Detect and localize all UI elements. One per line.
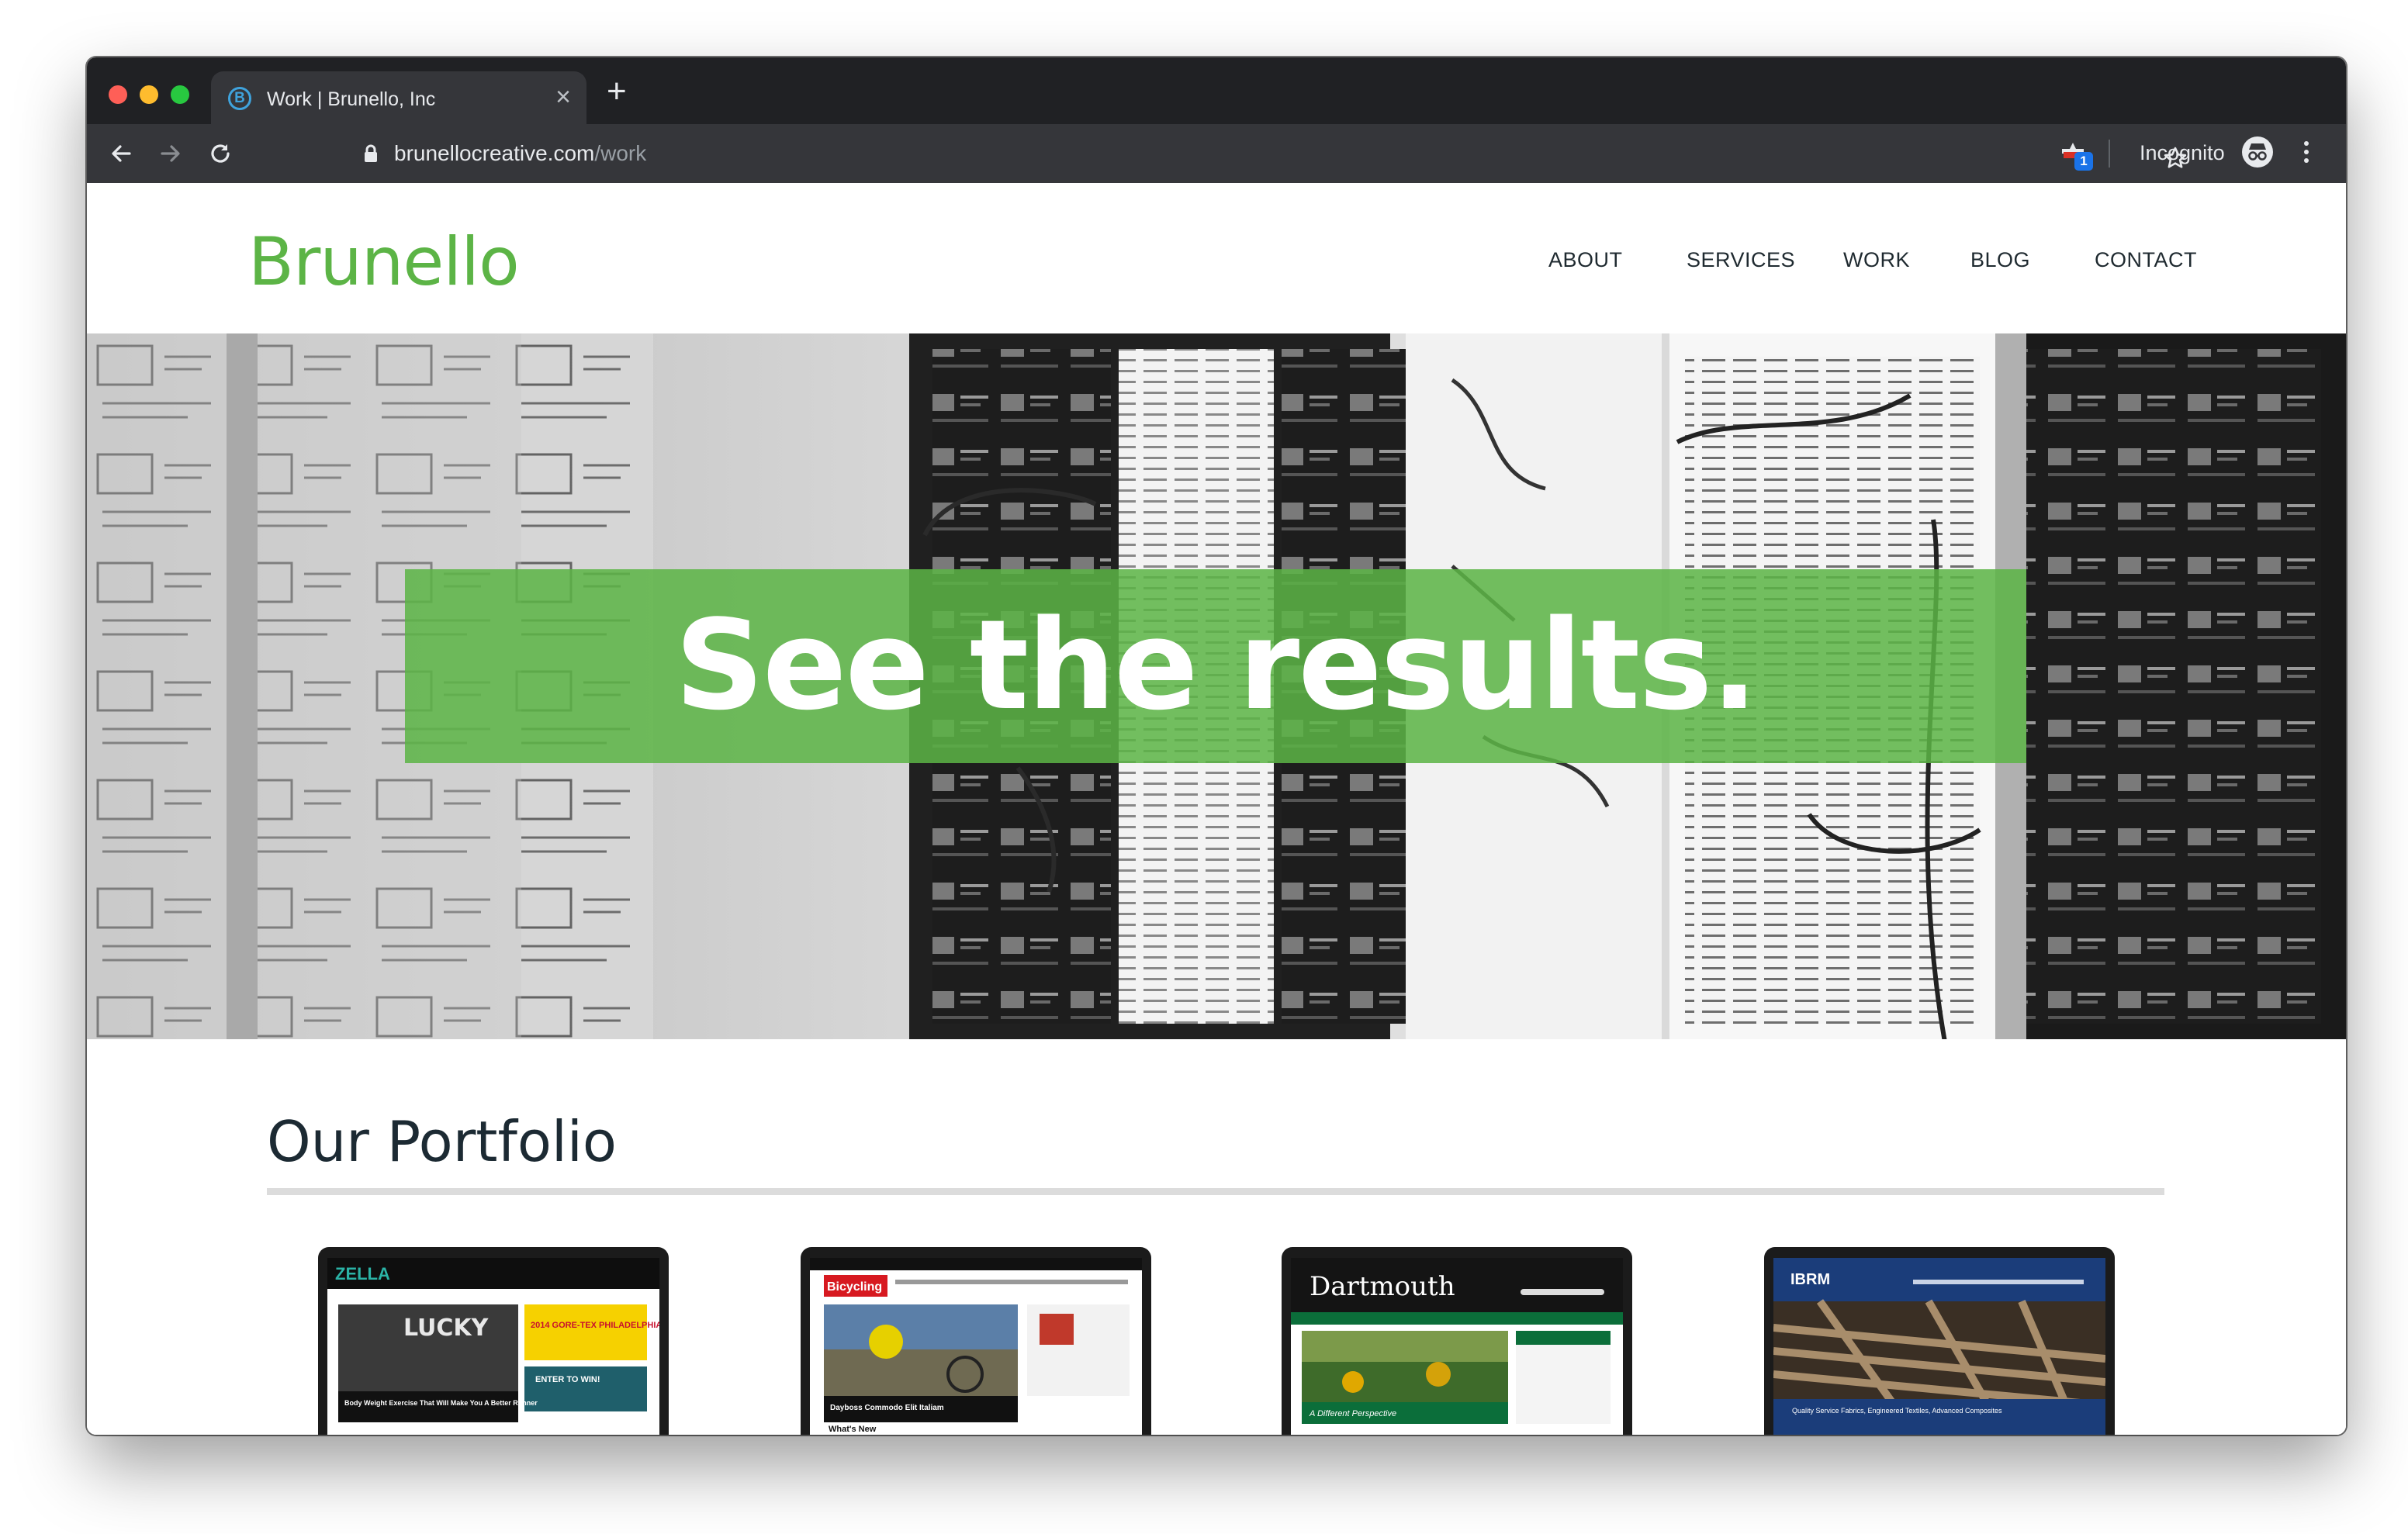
tab-title: Work | Brunello, Inc bbox=[267, 88, 436, 110]
portfolio-title: Our Portfolio bbox=[267, 1109, 617, 1174]
extension-badge: 1 bbox=[2074, 152, 2093, 171]
portfolio-section: What's New bbox=[829, 1425, 877, 1434]
tab-active[interactable]: B Work | Brunello, Inc × bbox=[211, 71, 586, 124]
more-menu-icon[interactable] bbox=[2302, 141, 2310, 166]
hero-headline-band: See the results. bbox=[405, 569, 2026, 763]
tab-strip: B Work | Brunello, Inc × + bbox=[87, 57, 2346, 124]
page-viewport: Brunello ABOUT SERVICES WORK BLOG CONTAC… bbox=[87, 183, 2346, 1435]
browser-toolbar: brunellocreative.com/work 1 Incognito bbox=[87, 124, 2346, 183]
portfolio-divider bbox=[267, 1188, 2164, 1195]
hero-banner: See the results. bbox=[87, 333, 2346, 1039]
portfolio-screenshot-bicycling: Bicycling Dayboss Commodo Elit Italiam W… bbox=[810, 1258, 1142, 1435]
toolbar-divider bbox=[2109, 140, 2110, 168]
portfolio-brand: IBRM bbox=[1790, 1271, 1830, 1288]
incognito-label[interactable]: Incognito bbox=[2140, 141, 2225, 165]
portfolio-item-ibrm[interactable]: IBRM Quality Service Fabrics, Engineered… bbox=[1764, 1247, 2115, 1435]
portfolio-caption: Dayboss Commodo Elit Italiam bbox=[830, 1404, 944, 1412]
portfolio-brand: ZELLA bbox=[335, 1264, 390, 1284]
portfolio-item-bicycling[interactable]: Bicycling Dayboss Commodo Elit Italiam W… bbox=[801, 1247, 1151, 1435]
browser-window: B Work | Brunello, Inc × + brunellocreat… bbox=[87, 57, 2346, 1435]
hero-headline: See the results. bbox=[674, 593, 1758, 738]
forward-arrow-icon[interactable] bbox=[152, 135, 189, 172]
back-arrow-icon[interactable] bbox=[102, 135, 140, 172]
portfolio-caption: Quality Service Fabrics, Engineered Text… bbox=[1792, 1407, 2002, 1415]
nav-item-blog[interactable]: BLOG bbox=[1970, 248, 2030, 272]
brunello-logo[interactable]: Brunello bbox=[248, 223, 520, 301]
url-text[interactable]: brunellocreative.com/work bbox=[394, 141, 646, 166]
close-icon[interactable]: × bbox=[555, 84, 571, 110]
portfolio-screenshot-dartmouth: Dartmouth A Different Perspective bbox=[1291, 1258, 1623, 1435]
reload-icon[interactable] bbox=[202, 135, 239, 172]
portfolio-screenshot-ibrm: IBRM Quality Service Fabrics, Engineered… bbox=[1773, 1258, 2105, 1435]
portfolio-headline: LUCKY bbox=[403, 1315, 490, 1342]
nav-item-services[interactable]: SERVICES bbox=[1687, 248, 1795, 272]
portfolio-caption: A Different Perspective bbox=[1309, 1409, 1396, 1418]
nav-item-contact[interactable]: CONTACT bbox=[2095, 248, 2197, 272]
portfolio-screenshot-zella: ZELLA LUCKY 2014 GORE-TEX PHILADELPHIA M… bbox=[327, 1258, 659, 1435]
plus-icon[interactable]: + bbox=[607, 74, 627, 109]
url-host: brunellocreative.com bbox=[394, 141, 595, 165]
url-path: /work bbox=[594, 141, 647, 165]
portfolio-brand: Dartmouth bbox=[1310, 1271, 1455, 1302]
minimize-window-button[interactable] bbox=[140, 85, 158, 104]
portfolio-section: Our Portfolio ZELLA LUCKY 2014 GORE-TEX … bbox=[87, 1039, 2346, 1435]
portfolio-caption: Body Weight Exercise That Will Make You … bbox=[344, 1399, 538, 1407]
address-bar[interactable]: brunellocreative.com/work bbox=[258, 132, 2187, 175]
portfolio-promo-title: 2014 GORE-TEX PHILADELPHIA MARATHON bbox=[531, 1321, 659, 1330]
portfolio-brand: Bicycling bbox=[827, 1280, 882, 1294]
portfolio-item-zella[interactable]: ZELLA LUCKY 2014 GORE-TEX PHILADELPHIA M… bbox=[318, 1247, 669, 1435]
close-window-button[interactable] bbox=[109, 85, 127, 104]
incognito-icon[interactable] bbox=[2242, 136, 2273, 168]
portfolio-item-dartmouth[interactable]: Dartmouth A Different Perspective bbox=[1282, 1247, 1632, 1435]
site-header: Brunello ABOUT SERVICES WORK BLOG CONTAC… bbox=[87, 183, 2346, 333]
favicon-icon: B bbox=[228, 87, 251, 110]
nav-item-work[interactable]: WORK bbox=[1843, 248, 1910, 272]
nav-item-about[interactable]: ABOUT bbox=[1548, 248, 1623, 272]
lock-icon[interactable] bbox=[363, 144, 379, 167]
maximize-window-button[interactable] bbox=[171, 85, 189, 104]
portfolio-promo: ENTER TO WIN! bbox=[535, 1375, 600, 1384]
